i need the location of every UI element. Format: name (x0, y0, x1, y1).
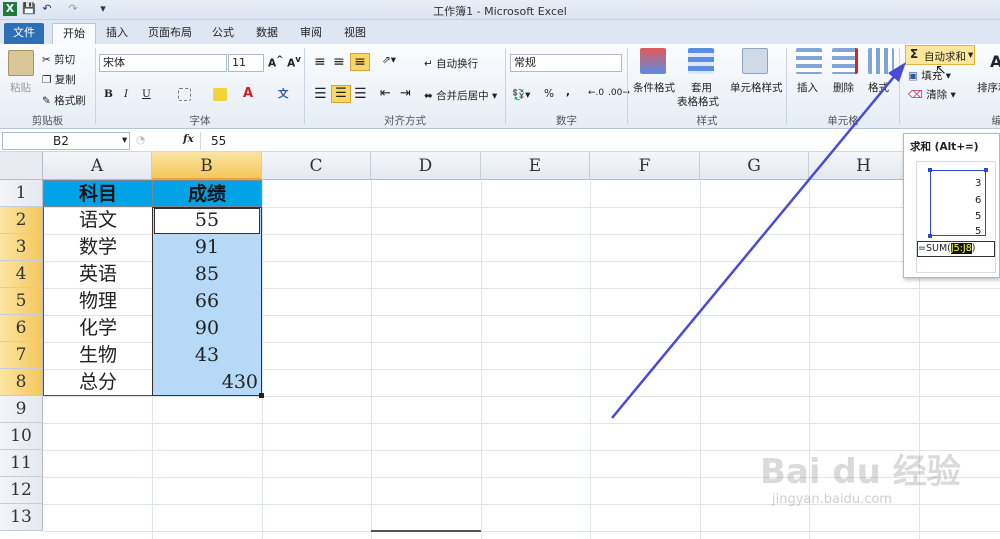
tooltip-value: 3 (975, 178, 982, 189)
tooltip-preview: 3 6 5 5 =SUM(J5:J8) (916, 161, 996, 273)
range-handle (928, 168, 932, 172)
tooltip-value: 6 (975, 195, 982, 206)
annotation-arrow (611, 62, 906, 419)
tooltip-value: 5 (975, 226, 982, 237)
tooltip-title: 求和 (Alt+=) (910, 141, 979, 153)
tooltip-formula: =SUM(J5:J8) (917, 241, 995, 257)
autosum-tooltip: 求和 (Alt+=) 3 6 5 5 =SUM(J5:J8) (903, 133, 1000, 278)
tooltip-value: 5 (975, 211, 982, 222)
range-handle (984, 168, 988, 172)
range-handle (928, 234, 932, 238)
